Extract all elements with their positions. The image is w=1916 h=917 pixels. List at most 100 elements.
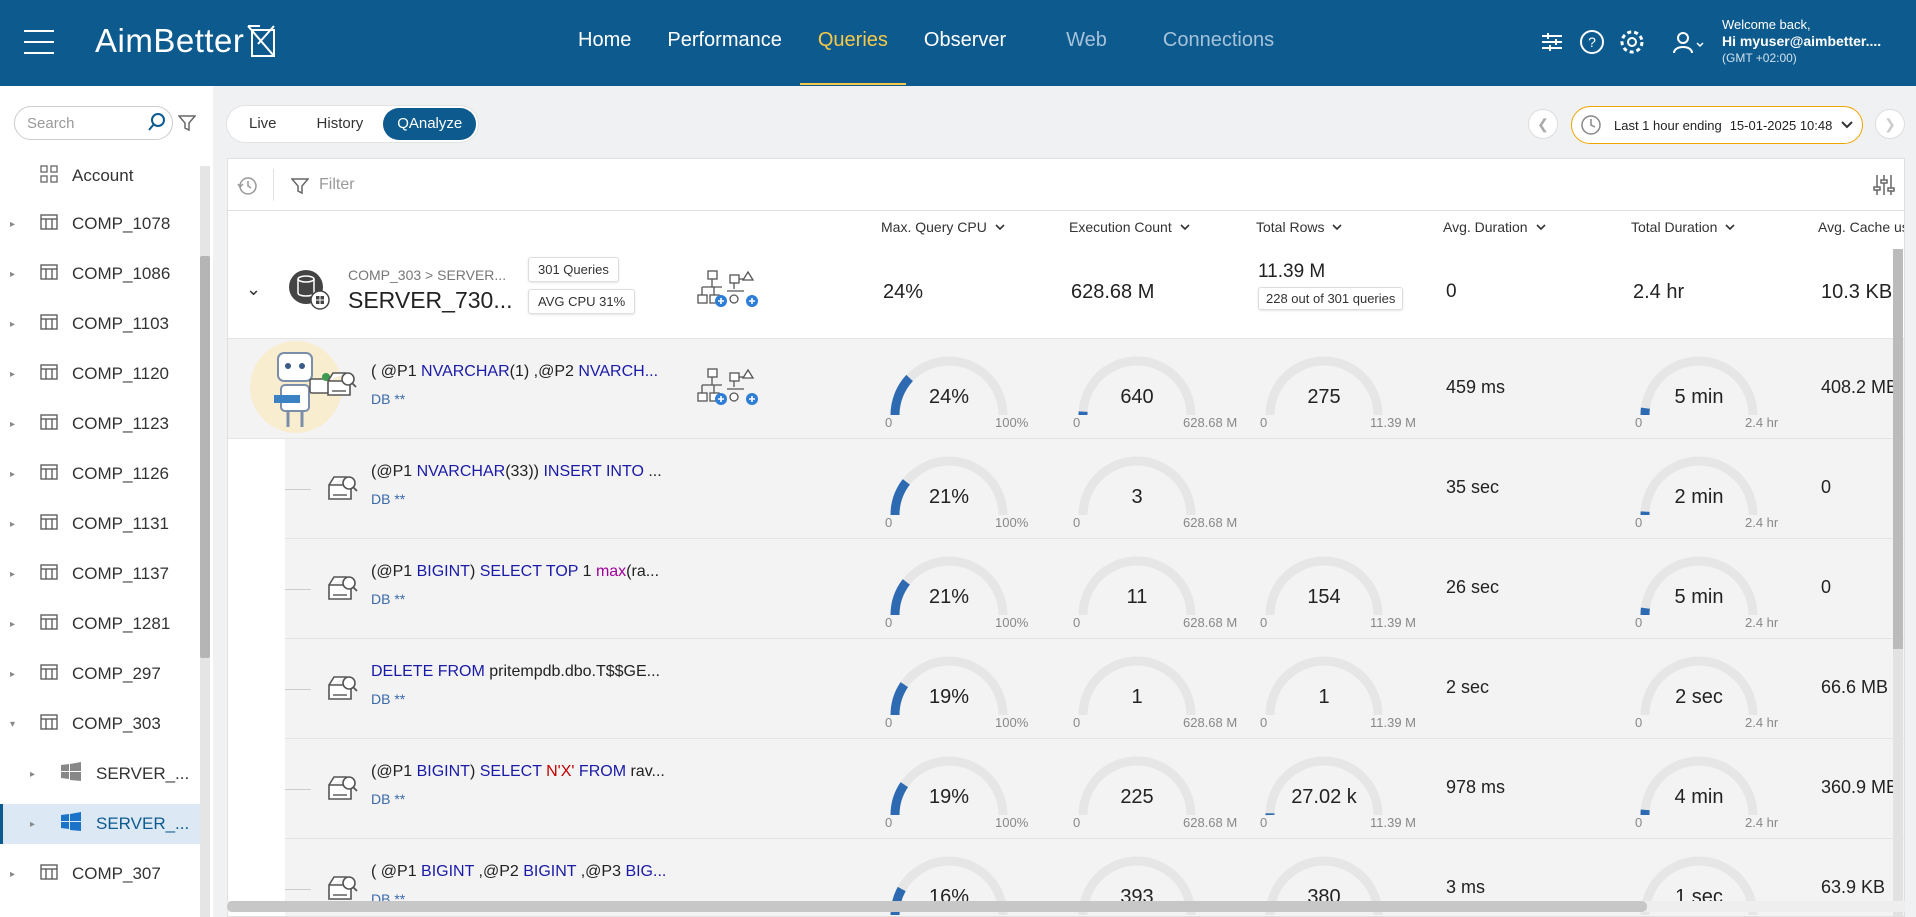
column-header-total-duration[interactable]: Total Duration: [1631, 219, 1735, 235]
gauge-max: 2.4 hr: [1745, 515, 1779, 530]
building-icon: [40, 213, 58, 236]
expand-arrow-icon[interactable]: ▸: [30, 769, 44, 780]
query-icon: [328, 576, 358, 600]
sidebar-item-comp-1126[interactable]: ▸ COMP_1126: [0, 454, 200, 494]
query-text[interactable]: DELETE FROM pritempdb.dbo.T$$GE...: [371, 663, 660, 681]
avg-duration-value: 35 sec: [1446, 477, 1500, 497]
nav-home[interactable]: Home: [560, 0, 649, 86]
column-settings-icon[interactable]: [1872, 174, 1896, 196]
gauge-max: 100%: [995, 615, 1029, 630]
table-vertical-scrollbar-thumb[interactable]: [1893, 249, 1903, 649]
column-header-total-rows[interactable]: Total Rows: [1256, 219, 1343, 235]
expand-arrow-icon[interactable]: ▸: [30, 819, 44, 830]
expand-arrow-icon[interactable]: ▸: [10, 519, 24, 530]
expand-arrow-icon[interactable]: ▸: [10, 269, 24, 280]
nav-performance[interactable]: Performance: [649, 0, 800, 86]
expand-arrow-icon[interactable]: ▾: [10, 719, 24, 730]
query-text[interactable]: (@P1 BIGINT) SELECT N'X' FROM rav...: [371, 763, 665, 781]
sidebar-item-account[interactable]: Account: [0, 156, 200, 196]
prev-range-button[interactable]: ❮: [1528, 109, 1558, 139]
nav-observer[interactable]: Observer: [906, 0, 1024, 86]
query-text-segment: ( @P1: [371, 363, 422, 380]
nav-queries[interactable]: Queries: [799, 0, 906, 86]
sidebar-scrollbar-thumb[interactable]: [200, 256, 210, 658]
column-header-label: Avg. Cache usa: [1818, 219, 1904, 235]
expand-arrow-icon[interactable]: ▸: [10, 869, 24, 880]
sidebar-item-comp-1281[interactable]: ▸ COMP_1281: [0, 604, 200, 644]
sidebar-item-comp-1103[interactable]: ▸ COMP_1103: [0, 304, 200, 344]
expand-arrow-icon[interactable]: ▸: [10, 669, 24, 680]
execution-plan-icon[interactable]: [696, 367, 768, 412]
sidebar-item-server[interactable]: ▸ SERVER_...: [0, 804, 200, 844]
time-range-value: 15-01-2025 10:48: [1729, 117, 1833, 133]
sidebar-item-comp-303[interactable]: ▾ COMP_303: [0, 704, 200, 744]
query-text[interactable]: ( @P1 BIGINT ,@P2 BIGINT ,@P3 BIG...: [371, 863, 666, 881]
user-avatar-icon[interactable]: [1670, 28, 1704, 56]
time-range-picker[interactable]: Last 1 hour ending 15-01-2025 10:48: [1571, 106, 1863, 144]
server-row[interactable]: ⌄ COMP_303 > SERVER... SERVER_730... 301…: [228, 249, 1904, 339]
query-text[interactable]: ( @P1 NVARCHAR(1) ,@P2 NVARCH...: [371, 363, 658, 381]
table-horizontal-scrollbar[interactable]: [227, 901, 1905, 912]
app-name: AimBetter: [95, 22, 245, 59]
sidebar-item-server[interactable]: ▸ SERVER_...: [0, 754, 200, 794]
sidebar-item-comp-1137[interactable]: ▸ COMP_1137: [0, 554, 200, 594]
tab-qanalyze[interactable]: QAnalyze: [383, 108, 477, 140]
query-text[interactable]: (@P1 NVARCHAR(33)) INSERT INTO ...: [371, 463, 662, 481]
expand-arrow-icon[interactable]: ▸: [10, 619, 24, 630]
sidebar: Search Account ▸ COMP_1078 ▸ COMP_1086 ▸ COMP_…: [0, 86, 213, 917]
nav-connections[interactable]: Connections: [1145, 0, 1292, 86]
expand-arrow-icon[interactable]: ▸: [10, 219, 24, 230]
sliders-icon[interactable]: [1538, 28, 1566, 56]
query-row[interactable]: ( @P1 NVARCHAR(1) ,@P2 NVARCH... DB ** 24%…: [228, 339, 1904, 439]
sidebar-item-comp-1078[interactable]: ▸ COMP_1078: [0, 204, 200, 244]
search-icon[interactable]: [147, 112, 167, 132]
filter-input[interactable]: Filter: [319, 176, 355, 194]
exec-count-gauge: 640 0 628.68 M: [1073, 353, 1237, 433]
sidebar-item-comp-1123[interactable]: ▸ COMP_1123: [0, 404, 200, 444]
sidebar-item-label: COMP_1281: [72, 614, 171, 633]
query-text[interactable]: (@P1 BIGINT) SELECT TOP 1 max(ra...: [371, 563, 659, 581]
gauge-min: 0: [1073, 715, 1081, 730]
sidebar-item-label: SERVER_...: [96, 814, 190, 833]
query-row[interactable]: (@P1 NVARCHAR(33)) INSERT INTO ... DB ** 2…: [285, 439, 1904, 539]
tab-history[interactable]: History: [297, 108, 384, 140]
sidebar-item-comp-307[interactable]: ▸ COMP_307: [0, 854, 200, 894]
nav-web[interactable]: Web: [1048, 0, 1125, 86]
table-horizontal-scrollbar-thumb[interactable]: [227, 901, 1647, 912]
collapse-chevron-icon[interactable]: ⌄: [246, 279, 261, 300]
sidebar-item-comp-297[interactable]: ▸ COMP_297: [0, 654, 200, 694]
clock-icon: [1581, 115, 1601, 135]
sidebar-item-comp-1131[interactable]: ▸ COMP_1131: [0, 504, 200, 544]
filter-icon[interactable]: [291, 177, 309, 195]
app-logo[interactable]: AimBetter: [95, 22, 276, 60]
query-text-segment: (1) ,@P2: [509, 363, 579, 380]
next-range-button[interactable]: ❯: [1875, 109, 1905, 139]
gauge-min: 0: [1635, 815, 1643, 830]
filter-funnel-icon[interactable]: [178, 114, 196, 132]
tab-live[interactable]: Live: [229, 108, 297, 140]
query-row[interactable]: (@P1 BIGINT) SELECT TOP 1 max(ra... DB **…: [285, 539, 1904, 639]
history-icon[interactable]: [237, 175, 259, 197]
expand-arrow-icon[interactable]: ▸: [10, 469, 24, 480]
settings-gear-icon[interactable]: [1618, 28, 1646, 56]
column-header-avg-cache-usa[interactable]: Avg. Cache usa: [1818, 219, 1904, 235]
help-icon[interactable]: ?: [1578, 28, 1606, 56]
expand-arrow-icon[interactable]: ▸: [10, 319, 24, 330]
user-info[interactable]: Welcome back, Hi myuser@aimbetter.... (G…: [1722, 16, 1881, 67]
table-vertical-scrollbar[interactable]: [1893, 249, 1903, 916]
expand-arrow-icon[interactable]: ▸: [10, 369, 24, 380]
query-text-segment: BIGINT: [416, 563, 470, 580]
exec-count-gauge: 1 0 628.68 M: [1073, 653, 1237, 733]
menu-icon[interactable]: [24, 30, 54, 54]
expand-arrow-icon[interactable]: ▸: [10, 419, 24, 430]
expand-arrow-icon[interactable]: ▸: [10, 569, 24, 580]
gauge-value: 4 min: [1674, 786, 1724, 808]
column-header-avg-duration[interactable]: Avg. Duration: [1443, 219, 1546, 235]
sidebar-item-comp-1120[interactable]: ▸ COMP_1120: [0, 354, 200, 394]
sidebar-item-comp-1086[interactable]: ▸ COMP_1086: [0, 254, 200, 294]
query-row[interactable]: (@P1 BIGINT) SELECT N'X' FROM rav... DB *…: [285, 739, 1904, 839]
column-header-max-query-cpu[interactable]: Max. Query CPU: [881, 219, 1005, 235]
column-header-execution-count[interactable]: Execution Count: [1069, 219, 1190, 235]
execution-plan-icon[interactable]: [696, 269, 768, 314]
query-row[interactable]: DELETE FROM pritempdb.dbo.T$$GE... DB ** 1…: [285, 639, 1904, 739]
